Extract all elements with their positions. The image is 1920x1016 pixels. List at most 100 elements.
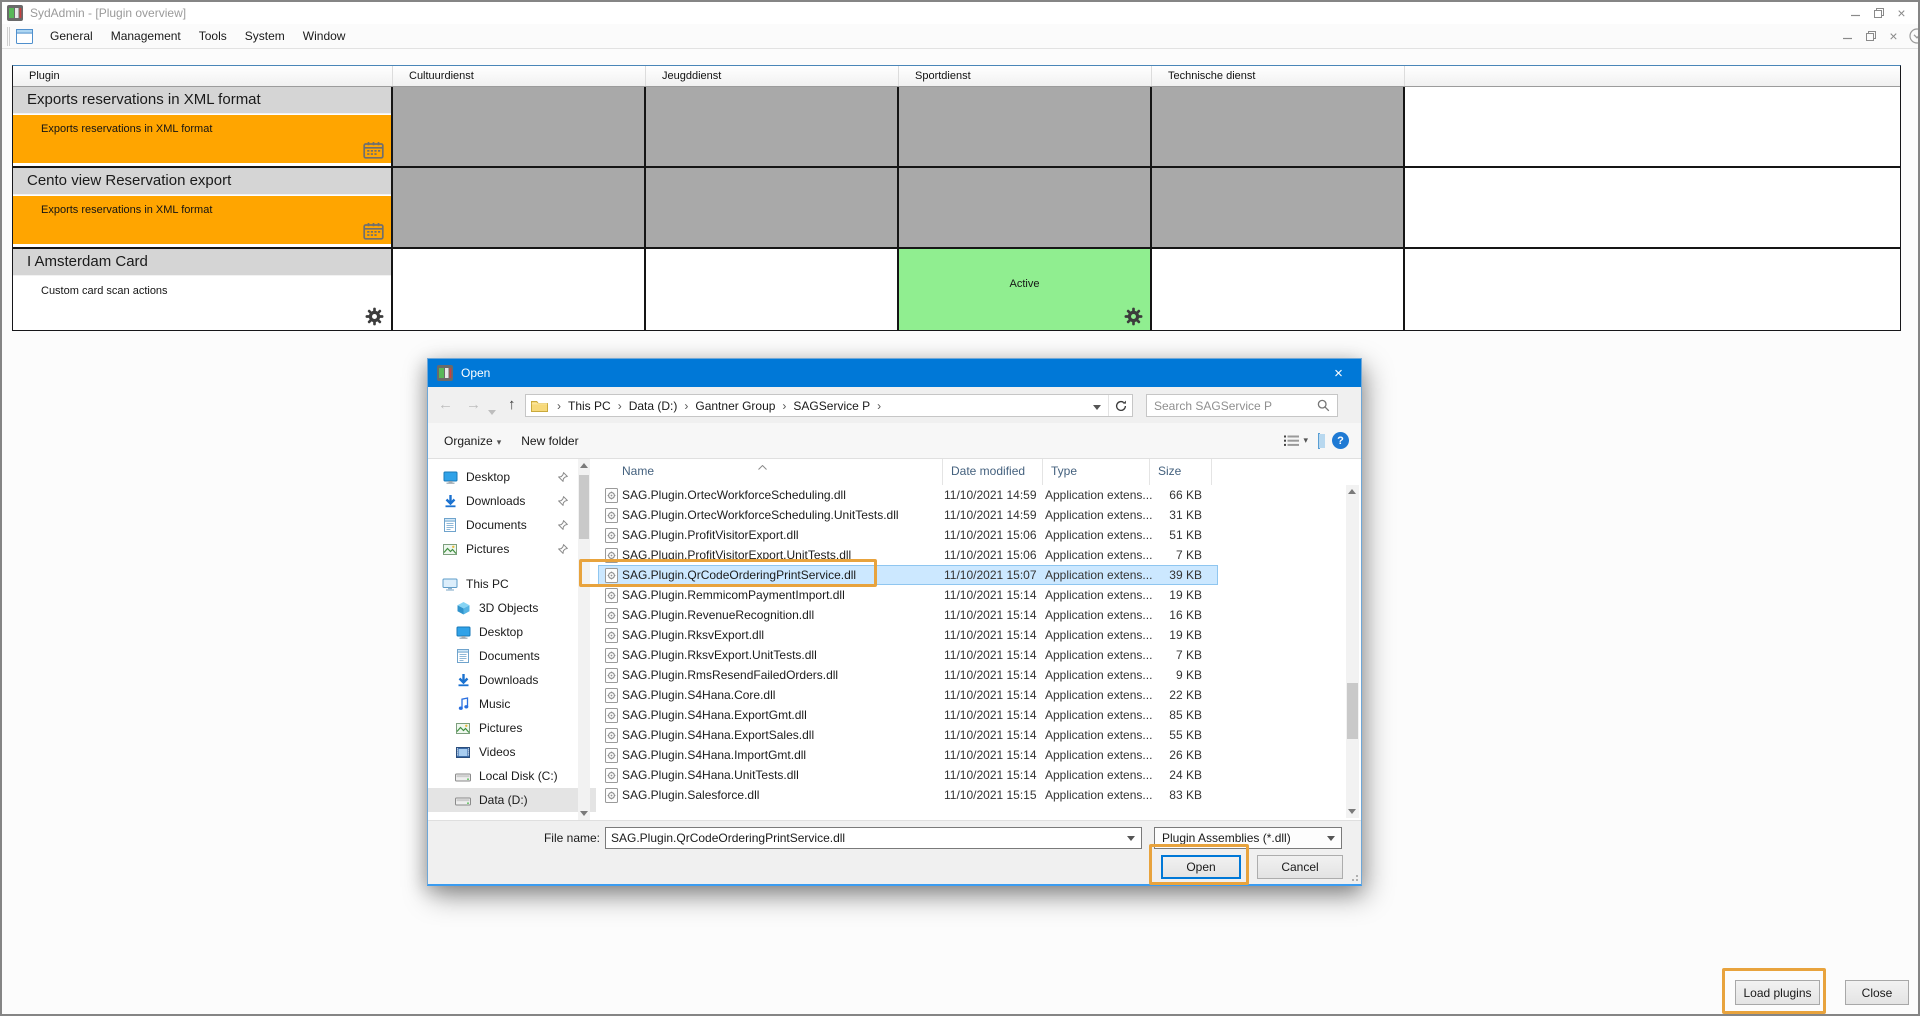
file-row[interactable]: SAG.Plugin.ProfitVisitorExport.UnitTests… bbox=[598, 545, 1218, 565]
file-row[interactable]: SAG.Plugin.RksvExport.UnitTests.dll11/10… bbox=[598, 645, 1218, 665]
window-menu-circle-icon[interactable] bbox=[1909, 28, 1918, 44]
column-header-type[interactable]: Type bbox=[1043, 459, 1150, 485]
menu-general[interactable]: General bbox=[41, 25, 102, 47]
sidebar-item-videos[interactable]: Videos bbox=[428, 740, 596, 764]
service-cell-inactive[interactable] bbox=[1152, 168, 1405, 247]
gear-icon[interactable] bbox=[365, 307, 384, 326]
column-header-sportdienst[interactable]: Sportdienst bbox=[899, 66, 1152, 86]
sidebar-item-data-d[interactable]: Data (D:) bbox=[428, 788, 596, 812]
sidebar-item-documents[interactable]: Documents bbox=[428, 513, 596, 537]
scrollbar-thumb[interactable] bbox=[579, 475, 589, 539]
sidebar-item-downloads[interactable]: Downloads bbox=[428, 489, 596, 513]
organize-menu[interactable]: Organize▾ bbox=[434, 434, 511, 448]
service-cell-empty[interactable] bbox=[393, 249, 646, 330]
service-cell-inactive[interactable] bbox=[646, 87, 899, 166]
help-icon[interactable]: ? bbox=[1332, 432, 1349, 449]
sidebar-item-documents[interactable]: Documents bbox=[428, 644, 596, 668]
child-restore-icon[interactable] bbox=[1859, 27, 1882, 45]
child-window-icon[interactable] bbox=[16, 29, 33, 44]
breadcrumb-separator-icon[interactable]: › bbox=[613, 399, 627, 413]
service-cell-inactive[interactable] bbox=[646, 168, 899, 247]
back-icon[interactable]: ← bbox=[438, 395, 453, 415]
new-folder-button[interactable]: New folder bbox=[511, 434, 588, 448]
load-plugins-button[interactable]: Load plugins bbox=[1735, 980, 1820, 1005]
sidebar-item-pictures[interactable]: Pictures bbox=[428, 716, 596, 740]
file-row[interactable]: SAG.Plugin.S4Hana.ExportSales.dll11/10/2… bbox=[598, 725, 1218, 745]
file-row[interactable]: SAG.Plugin.S4Hana.ExportGmt.dll11/10/202… bbox=[598, 705, 1218, 725]
service-cell-inactive[interactable] bbox=[393, 87, 646, 166]
file-row[interactable]: SAG.Plugin.RksvExport.dll11/10/2021 15:1… bbox=[598, 625, 1218, 645]
child-close-icon[interactable]: × bbox=[1882, 27, 1905, 45]
scroll-down-icon[interactable] bbox=[580, 811, 588, 816]
calendar-icon[interactable] bbox=[363, 141, 384, 159]
breadcrumb-item[interactable]: This PC bbox=[566, 399, 613, 413]
file-row[interactable]: SAG.Plugin.S4Hana.Core.dll11/10/2021 15:… bbox=[598, 685, 1218, 705]
child-minimize-icon[interactable] bbox=[1836, 27, 1859, 45]
column-header-cultuurdienst[interactable]: Cultuurdienst bbox=[393, 66, 646, 86]
breadcrumb-item[interactable]: SAGService P bbox=[791, 399, 872, 413]
restore-icon[interactable] bbox=[1867, 4, 1890, 22]
search-box[interactable] bbox=[1146, 394, 1338, 417]
view-dropdown-icon[interactable]: ▾ bbox=[1303, 435, 1308, 446]
sidebar-item-this-pc[interactable]: This PC bbox=[428, 572, 596, 596]
close-button[interactable]: Close bbox=[1845, 980, 1909, 1005]
service-cell-inactive[interactable] bbox=[1152, 87, 1405, 166]
file-row[interactable]: SAG.Plugin.S4Hana.UnitTests.dll11/10/202… bbox=[598, 765, 1218, 785]
cancel-button[interactable]: Cancel bbox=[1257, 855, 1343, 879]
scrollbar-thumb[interactable] bbox=[1347, 683, 1358, 739]
file-row[interactable]: SAG.Plugin.OrtecWorkforceScheduling.dll1… bbox=[598, 485, 1218, 505]
address-bar[interactable]: ›This PC›Data (D:)›Gantner Group›SAGServ… bbox=[525, 394, 1133, 417]
search-input[interactable] bbox=[1147, 399, 1310, 413]
scroll-down-icon[interactable] bbox=[1348, 809, 1356, 814]
file-name-combo[interactable] bbox=[605, 827, 1142, 849]
menu-tools[interactable]: Tools bbox=[190, 25, 236, 47]
file-row[interactable]: SAG.Plugin.ProfitVisitorExport.dll11/10/… bbox=[598, 525, 1218, 545]
refresh-icon[interactable] bbox=[1108, 395, 1132, 416]
column-header-name[interactable]: Name bbox=[598, 459, 943, 485]
file-row[interactable]: SAG.Plugin.RevenueRecognition.dll11/10/2… bbox=[598, 605, 1218, 625]
sidebar-item-3d-objects[interactable]: 3D Objects bbox=[428, 596, 596, 620]
file-row[interactable]: SAG.Plugin.RmsResendFailedOrders.dll11/1… bbox=[598, 665, 1218, 685]
sidebar-item-pictures[interactable]: Pictures bbox=[428, 537, 596, 561]
file-row[interactable]: SAG.Plugin.OrtecWorkforceScheduling.Unit… bbox=[598, 505, 1218, 525]
column-header-jeugddienst[interactable]: Jeugddienst bbox=[646, 66, 899, 86]
file-type-select[interactable]: Plugin Assemblies (*.dll) bbox=[1154, 827, 1342, 849]
history-chevron-icon[interactable] bbox=[488, 401, 496, 421]
scroll-up-icon[interactable] bbox=[1348, 489, 1356, 494]
breadcrumb-item[interactable]: Gantner Group bbox=[693, 399, 777, 413]
sidebar-item-music[interactable]: Music bbox=[428, 692, 596, 716]
service-cell-inactive[interactable] bbox=[899, 168, 1152, 247]
sidebar-item-desktop[interactable]: Desktop bbox=[428, 465, 596, 489]
breadcrumb-separator-icon[interactable]: › bbox=[552, 399, 566, 413]
file-row[interactable]: SAG.Plugin.Salesforce.dll11/10/2021 15:1… bbox=[598, 785, 1218, 805]
gear-icon[interactable] bbox=[1124, 307, 1143, 326]
column-header-technische-dienst[interactable]: Technische dienst bbox=[1152, 66, 1405, 86]
file-row[interactable]: SAG.Plugin.RemmicomPaymentImport.dll11/1… bbox=[598, 585, 1218, 605]
column-header-size[interactable]: Size bbox=[1150, 459, 1212, 485]
plugin-description-panel[interactable]: Exports reservations in XML format bbox=[13, 115, 391, 163]
plugin-description-panel[interactable]: Custom card scan actions bbox=[13, 277, 391, 330]
up-icon[interactable]: ↑ bbox=[508, 395, 516, 415]
address-dropdown-icon[interactable] bbox=[1086, 399, 1108, 413]
combo-dropdown-icon[interactable] bbox=[1121, 836, 1141, 841]
file-row[interactable]: SAG.Plugin.S4Hana.ImportGmt.dll11/10/202… bbox=[598, 745, 1218, 765]
forward-icon[interactable]: → bbox=[466, 395, 481, 415]
file-row[interactable]: SAG.Plugin.QrCodeOrderingPrintService.dl… bbox=[598, 565, 1218, 585]
minimize-icon[interactable] bbox=[1844, 4, 1867, 22]
sidebar-item-local-disk-c[interactable]: Local Disk (C:) bbox=[428, 764, 596, 788]
breadcrumb-separator-icon[interactable]: › bbox=[872, 399, 886, 413]
dialog-close-icon[interactable]: × bbox=[1316, 359, 1361, 387]
menu-system[interactable]: System bbox=[236, 25, 294, 47]
column-header-plugin[interactable]: Plugin bbox=[13, 66, 393, 86]
search-icon[interactable] bbox=[1310, 399, 1337, 412]
breadcrumb-separator-icon[interactable]: › bbox=[679, 399, 693, 413]
file-name-input[interactable] bbox=[606, 831, 1121, 845]
service-cell-empty[interactable] bbox=[646, 249, 899, 330]
toolbar-grip[interactable] bbox=[7, 27, 10, 46]
close-icon[interactable]: × bbox=[1890, 4, 1913, 22]
column-header-date-modified[interactable]: Date modified bbox=[943, 459, 1043, 485]
view-details-icon[interactable] bbox=[1284, 435, 1299, 447]
breadcrumb-item[interactable]: Data (D:) bbox=[627, 399, 680, 413]
sidebar-item-downloads[interactable]: Downloads bbox=[428, 668, 596, 692]
service-cell-active[interactable]: Active bbox=[899, 249, 1152, 330]
